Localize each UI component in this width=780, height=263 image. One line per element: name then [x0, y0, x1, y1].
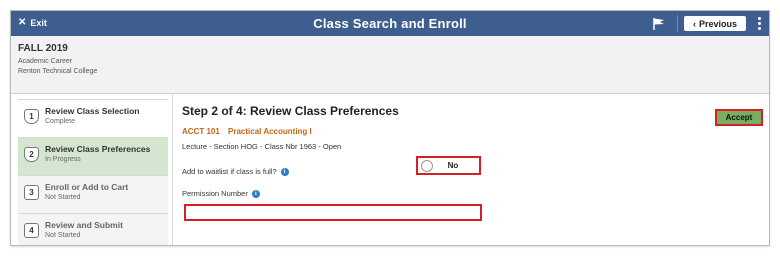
permission-number-input[interactable] — [184, 204, 482, 221]
permission-label: Permission Number — [182, 189, 248, 198]
chevron-left-icon: ‹ — [692, 18, 696, 29]
step-title: Review Class Preferences — [45, 144, 151, 154]
toolbar-divider — [677, 15, 678, 32]
step-status: Not Started — [45, 232, 81, 239]
step-number-badge: 3 — [24, 185, 39, 200]
previous-button[interactable]: ‹ Previous — [684, 16, 746, 31]
step-title: Enroll or Add to Cart — [45, 182, 129, 192]
step-title: Review and Submit — [45, 220, 123, 230]
waitlist-toggle[interactable]: No — [416, 156, 481, 175]
top-bar: ✕ Exit Class Search and Enroll ‹ Previou… — [11, 11, 769, 36]
course-info: ACCT 101 Practical Accounting I — [182, 127, 312, 136]
previous-label: Previous — [698, 18, 738, 29]
step-title: Review Class Selection — [45, 106, 140, 116]
term-header: FALL 2019 Academic Career Renton Technic… — [11, 36, 769, 94]
info-icon[interactable]: i — [280, 167, 289, 176]
step-navigation: 1 Review Class Selection Complete 2 Revi… — [18, 99, 168, 245]
step-status: Complete — [45, 118, 75, 125]
step-status: Not Started — [45, 194, 81, 201]
panel-divider — [172, 93, 173, 245]
course-id: ACCT 101 — [182, 127, 220, 136]
waitlist-question: Add to waitlist if class is full? i — [182, 167, 289, 176]
section-details: Lecture - Section HOG - Class Nbr 1963 -… — [182, 142, 342, 151]
step-heading: Step 2 of 4: Review Class Preferences — [182, 104, 399, 118]
waitlist-label: Add to waitlist if class is full? — [182, 167, 277, 176]
step-number-badge: 4 — [24, 223, 39, 238]
permission-number-label: Permission Number i — [182, 189, 260, 198]
waitlist-toggle-value: No — [447, 161, 459, 170]
toggle-knob — [421, 159, 433, 172]
more-actions-icon[interactable] — [755, 16, 763, 31]
institution-name: Renton Technical College — [18, 68, 98, 75]
step-item-review-class-selection[interactable]: 1 Review Class Selection Complete — [18, 99, 168, 137]
step-status: In Progress — [45, 156, 81, 163]
academic-career: Academic Career — [18, 58, 73, 65]
step-number-badge: 2 — [24, 147, 39, 162]
step-item-review-and-submit[interactable]: 4 Review and Submit Not Started — [18, 213, 168, 245]
info-icon[interactable]: i — [251, 189, 260, 198]
step-number-badge: 1 — [24, 109, 39, 124]
flag-icon[interactable] — [651, 17, 667, 31]
app-frame: ✕ Exit Class Search and Enroll ‹ Previou… — [10, 10, 770, 246]
term-name: FALL 2019 — [18, 43, 68, 54]
step-item-review-class-preferences[interactable]: 2 Review Class Preferences In Progress — [18, 137, 168, 175]
accept-button[interactable]: Accept — [715, 109, 763, 126]
course-title: Practical Accounting I — [228, 127, 312, 136]
step-item-enroll-or-add-to-cart[interactable]: 3 Enroll or Add to Cart Not Started — [18, 175, 168, 213]
